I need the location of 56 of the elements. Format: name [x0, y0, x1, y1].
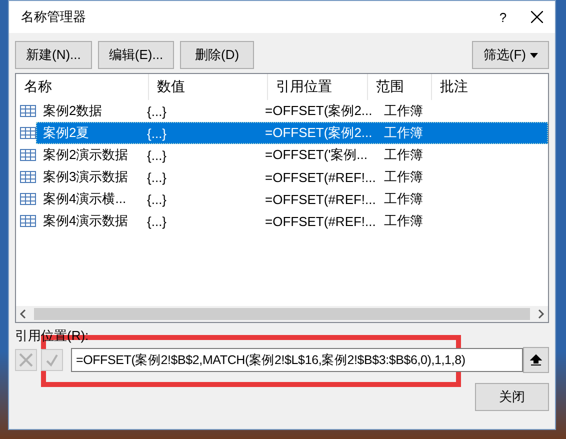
table-icon [20, 149, 36, 161]
table-cell-text: 工作簿 [383, 102, 424, 120]
help-button[interactable]: ? [485, 10, 521, 24]
delete-button[interactable]: 删除(D) [180, 41, 254, 69]
table-cell-text: =OFFSET(#REF!... [265, 170, 377, 184]
column-header[interactable]: 引用位置 [268, 74, 368, 100]
table-cell-text: 工作簿 [383, 124, 424, 142]
table-cell-text: {...} [147, 170, 168, 184]
formula-field[interactable]: =OFFSET(案例2!$B$2,MATCH(案例2!$L$16,案例2!$B$3:$B$6,0),1,1,8) [71, 348, 523, 372]
table-icon [20, 127, 36, 139]
collapse-button[interactable] [523, 347, 549, 373]
table-cell-text: {...} [147, 104, 168, 118]
upload-icon [530, 354, 542, 366]
table-cell-text: {...} [147, 214, 168, 228]
table-cell-text: =OFFSET(案例2... [265, 124, 374, 142]
table-icon [20, 105, 36, 117]
column-header[interactable]: 批注 [432, 74, 548, 100]
table-cell-text: =OFFSET(#REF!... [265, 192, 377, 206]
list-row[interactable]: 案例2夏 {...} =OFFSET(案例2... 工作簿 [36, 122, 548, 144]
table-cell-text: 工作簿 [383, 212, 424, 230]
table-cell-text: 案例4演示数据 [42, 212, 130, 230]
check-icon [45, 353, 59, 367]
table-cell-text: 工作簿 [383, 146, 424, 164]
close-button[interactable]: 关闭 [475, 383, 549, 411]
table-icon [20, 193, 36, 205]
table-cell-text: 案例2数据 [42, 102, 104, 120]
table-cell-text: 案例3演示数据 [42, 168, 130, 186]
table-cell-text: 工作簿 [383, 190, 424, 208]
table-cell-text: 案例4演示横... [42, 190, 128, 208]
window-title: 名称管理器 [21, 8, 87, 26]
horizontal-scrollbar[interactable] [16, 306, 548, 322]
table-cell-text: 工作簿 [383, 168, 424, 186]
close-icon[interactable] [531, 11, 543, 23]
column-header[interactable]: 数值 [149, 74, 268, 100]
table-cell-text: {...} [147, 148, 168, 162]
table-cell-text: 案例2夏 [42, 124, 90, 142]
table-cell-text: {...} [147, 126, 168, 140]
new-button[interactable]: 新建(N)... [15, 41, 92, 69]
table-cell-text: =OFFSET(#REF!... [265, 214, 377, 228]
table-cell-text: 案例2演示数据 [42, 146, 130, 164]
table-icon [20, 215, 36, 227]
table-cell-text: {...} [147, 192, 168, 206]
table-cell-text: =OFFSET(案例2... [265, 102, 374, 120]
list-row[interactable]: 案例3演示数据 {...} =OFFSET(#REF!... 工作簿 [36, 166, 548, 188]
filter-button[interactable]: 筛选(F) [472, 41, 549, 69]
column-header[interactable]: 范围 [368, 74, 432, 100]
list-row[interactable]: 案例4演示数据 {...} =OFFSET(#REF!... 工作簿 [36, 210, 548, 232]
table-cell-text: =OFFSET('案例... [265, 146, 369, 164]
list-row[interactable]: 案例2演示数据 {...} =OFFSET('案例... 工作簿 [36, 144, 548, 166]
caret-icon [530, 52, 538, 58]
table-icon [20, 171, 36, 183]
column-header[interactable]: 名称 [16, 74, 149, 100]
list-row[interactable]: 案例2数据 {...} =OFFSET(案例2... 工作簿 [36, 100, 548, 122]
cross-icon [19, 353, 33, 367]
list-row[interactable]: 案例4演示横... {...} =OFFSET(#REF!... 工作簿 [36, 188, 548, 210]
edit-button[interactable]: 编辑(E)... [98, 41, 174, 69]
